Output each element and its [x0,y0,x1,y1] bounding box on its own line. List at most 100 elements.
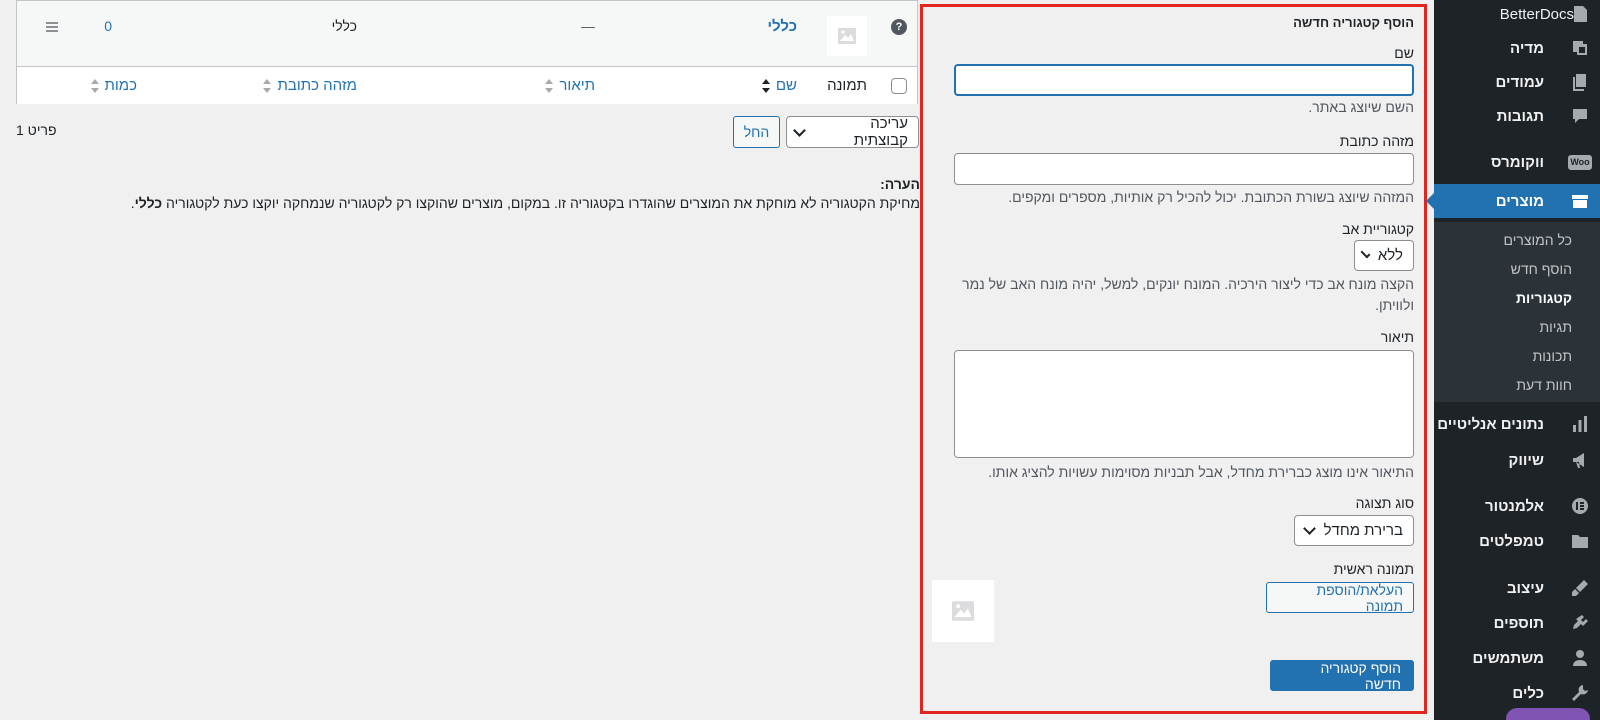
upload-image-button[interactable]: העלאת/הוספת תמונה [1266,582,1414,614]
menu-woocommerce[interactable]: Woo ווקומרס [1434,145,1600,179]
woo-badge: Woo [1568,154,1592,170]
column-slug-header[interactable]: מזהה כתובת [263,77,357,94]
sort-icon [761,79,770,94]
description-textarea[interactable] [954,350,1414,458]
menu-label: טמפלטים [1479,532,1544,550]
menu-comments[interactable]: תגובות [1434,99,1600,133]
menu-media[interactable]: מדיה [1434,31,1600,65]
chevron-down-icon [793,123,806,137]
drag-handle-icon[interactable] [46,22,58,32]
menu-elementor[interactable]: אלמנטור [1434,489,1600,523]
menu-marketing[interactable]: שיווק [1434,443,1600,477]
menu-label: כלים [1512,684,1544,702]
menu-templates[interactable]: טמפלטים [1434,524,1600,558]
marketing-icon [1570,450,1590,470]
description-label: תיאור [1380,329,1414,345]
select-all-checkbox[interactable] [891,78,907,94]
menu-label: ווקומרס [1491,153,1544,171]
form-title: הוסף קטגוריה חדשה [1293,15,1414,30]
menu-users[interactable]: משתמשים [1434,641,1600,675]
bulk-action-value: עריכה קבוצתית [853,115,908,149]
submenu-add-new[interactable]: הוסף חדש [1434,256,1600,282]
slug-input[interactable] [954,153,1414,185]
name-help: השם שיוצג באתר. [1308,99,1414,115]
sort-icon [263,79,272,94]
help-icon[interactable]: ? [891,19,907,35]
column-count-header[interactable]: כמות [90,77,137,94]
parent-help: הקצה מונח אב כדי ליצור הירכיה. המונח יונ… [944,274,1414,316]
thumbnail-label: תמונה ראשית [1333,561,1414,577]
menu-label: מוצרים [1495,192,1544,210]
column-name-label[interactable]: שם [776,77,797,94]
note-title: הערה: [880,176,920,192]
menu-label: BetterDocs [1499,5,1574,23]
appearance-icon [1570,578,1590,598]
menu-label: תוספים [1493,614,1544,632]
floating-help-button[interactable] [1506,708,1590,720]
slug-label: מזהה כתובת [1339,133,1414,149]
submenu-attributes[interactable]: תכונות [1434,343,1600,369]
analytics-icon [1570,414,1590,434]
parent-help-line-1: הקצה מונח אב כדי ליצור הירכיה. המונח יונ… [962,276,1414,292]
column-name-header[interactable]: שם [761,77,797,94]
menu-products[interactable]: מוצרים [1426,184,1600,218]
column-description-label[interactable]: תיאור [559,77,595,94]
tools-icon [1570,683,1590,703]
docs-icon [1570,4,1590,24]
column-image-header: תמונה [827,77,867,94]
table-row: ? כללי — כללי 0 [17,1,917,67]
media-icon [1570,38,1590,58]
parent-help-line-2: ולוויתן. [1375,297,1414,313]
apply-button[interactable]: החל [733,116,780,148]
menu-label: נתונים אנליטיים [1437,415,1544,433]
display-type-select[interactable]: ברירת מחדל [1294,515,1414,546]
display-type-value: ברירת מחדל [1323,522,1403,539]
column-description-header[interactable]: תיאור [545,77,595,94]
bulk-action-select[interactable]: עריכה קבוצתית [786,115,919,149]
sort-icon [90,79,99,94]
category-slug: כללי [331,18,357,34]
sort-icon [545,79,554,94]
category-thumbnail [827,16,867,56]
add-category-form: הוסף קטגוריה חדשה שם השם שיוצג באתר. מזה… [920,4,1427,714]
items-count: פריט 1 [16,122,57,138]
submenu-reviews[interactable]: חוות דעת [1434,372,1600,398]
elementor-icon [1570,496,1590,516]
menu-plugins[interactable]: תוספים [1434,606,1600,640]
column-slug-label[interactable]: מזהה כתובת [277,77,357,94]
products-submenu: כל המוצרים הוסף חדש קטגוריות תגיות תכונו… [1434,222,1600,402]
submenu-tags[interactable]: תגיות [1434,314,1600,340]
parent-category-value: ללא [1377,247,1403,264]
comments-icon [1570,106,1590,126]
category-count-link[interactable]: 0 [104,18,112,34]
admin-sidebar: BetterDocs מדיה עמודים תגובות Woo ווקומר… [1426,0,1600,720]
image-placeholder-icon [952,601,974,621]
thumbnail-preview [932,580,994,642]
submenu-all-products[interactable]: כל המוצרים [1434,227,1600,253]
submenu-categories[interactable]: קטגוריות [1434,285,1600,311]
column-count-label[interactable]: כמות [105,77,137,94]
products-icon [1570,191,1590,211]
plugins-icon [1570,613,1590,633]
category-description: — [581,18,595,34]
name-input[interactable] [954,64,1414,96]
menu-label: אלמנטור [1484,497,1544,515]
parent-category-select[interactable]: ללא [1354,240,1414,271]
display-type-label: סוג תצוגה [1355,495,1414,511]
menu-tools[interactable]: כלים [1434,676,1600,710]
categories-table: ? כללי — כללי 0 תמונה שם תיאור מזהה כתוב… [16,0,918,104]
menu-appearance[interactable]: עיצוב [1434,571,1600,605]
parent-label: קטגוריית אב [1342,221,1414,237]
chevron-down-icon [1302,522,1316,535]
menu-betterdocs[interactable]: BetterDocs [1434,0,1600,31]
note-text-bold: כללי [134,195,163,211]
menu-pages[interactable]: עמודים [1434,65,1600,99]
note-text: מחיקת הקטגוריה לא מוחקת את המוצרים שהוגד… [120,195,920,211]
menu-analytics[interactable]: נתונים אנליטיים [1434,407,1600,441]
users-icon [1570,648,1590,668]
note-text-start: מחיקת הקטגוריה לא מוחקת את המוצרים שהוגד… [162,195,920,211]
menu-label: עיצוב [1506,579,1544,597]
category-name-link[interactable]: כללי [767,18,797,35]
pages-icon [1570,72,1590,92]
add-category-button[interactable]: הוסף קטגוריה חדשה [1270,660,1414,692]
